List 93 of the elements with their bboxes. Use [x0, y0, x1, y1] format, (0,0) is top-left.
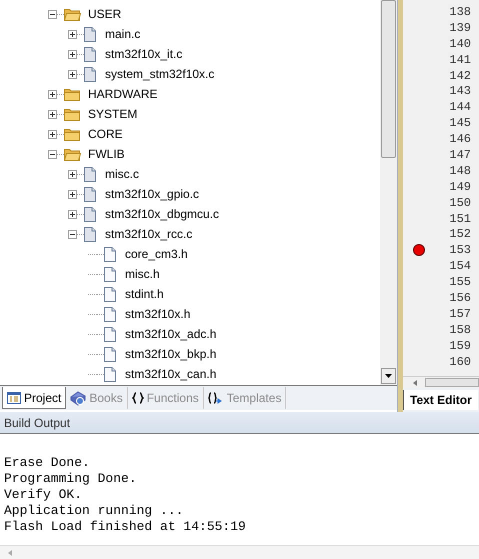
- template-insert-icon: [208, 392, 224, 404]
- file-icon: [84, 46, 96, 62]
- line-number: 156: [449, 290, 471, 307]
- scroll-down-button[interactable]: [381, 368, 396, 384]
- tree-item[interactable]: stm32f10x_dbgmcu.c: [105, 205, 220, 223]
- tree-item[interactable]: stdint.h: [125, 285, 164, 303]
- line-number: 155: [449, 274, 471, 292]
- file-icon: [104, 286, 116, 302]
- line-number: 141: [449, 52, 471, 69]
- collapse-icon[interactable]: [68, 230, 77, 238]
- file-icon: [104, 346, 116, 362]
- line-number: 152: [449, 226, 471, 244]
- file-icon: [84, 66, 96, 82]
- line-number: 160: [449, 354, 471, 371]
- line-number: 150: [449, 194, 471, 212]
- tree-item[interactable]: USER: [88, 5, 122, 23]
- tree-item[interactable]: SYSTEM: [88, 105, 138, 123]
- open-folder-icon: [64, 8, 81, 20]
- line-number: 149: [449, 178, 471, 196]
- file-icon: [84, 186, 96, 202]
- tree-item[interactable]: system_stm32f10x.c: [105, 65, 214, 83]
- file-icon: [104, 246, 116, 262]
- tree-item[interactable]: HARDWARE: [88, 85, 158, 103]
- line-number: 142: [449, 68, 471, 85]
- output-line: Programming Done.: [3, 471, 138, 487]
- output-line: Flash Load finished at 14:55:19: [3, 519, 247, 535]
- line-number: 146: [449, 131, 471, 148]
- output-line: Verify OK.: [3, 487, 84, 503]
- collapse-icon[interactable]: [48, 10, 57, 18]
- file-icon: [104, 266, 116, 282]
- tree-item[interactable]: stm32f10x.h: [125, 305, 190, 323]
- file-icon: [104, 306, 116, 322]
- file-icon: [84, 166, 96, 182]
- tree-item[interactable]: stm32f10x_gpio.c: [105, 185, 200, 203]
- line-number: 153: [449, 242, 471, 260]
- panel-header: Build Output: [0, 412, 479, 434]
- line-number: 139: [449, 20, 471, 37]
- output-line: Erase Done.: [3, 455, 91, 471]
- tree-item[interactable]: stm32f10x_it.c: [105, 45, 182, 63]
- tree-item[interactable]: stm32f10x_bkp.h: [125, 345, 216, 363]
- line-number: 148: [449, 162, 471, 180]
- open-folder-icon: [64, 148, 81, 160]
- expand-icon[interactable]: [68, 210, 77, 218]
- horizontal-scrollbar[interactable]: [0, 545, 479, 559]
- expand-icon[interactable]: [48, 130, 57, 138]
- tree-item[interactable]: core_cm3.h: [125, 245, 188, 263]
- collapse-icon[interactable]: [48, 150, 57, 158]
- tree-item[interactable]: stm32f10x_rcc.c: [105, 225, 192, 243]
- scroll-thumb[interactable]: [381, 0, 396, 158]
- line-number: 143: [449, 83, 471, 100]
- file-icon: [84, 226, 96, 242]
- panel-tab[interactable]: Project: [2, 387, 66, 409]
- tree-item[interactable]: misc.c: [105, 165, 139, 183]
- tree-item[interactable]: CORE: [88, 125, 123, 143]
- books-icon: [70, 390, 86, 406]
- line-number: 138: [449, 4, 471, 21]
- folder-icon: [64, 128, 81, 140]
- expand-icon[interactable]: [68, 50, 77, 58]
- folder-icon: [64, 108, 81, 120]
- expand-icon[interactable]: [48, 90, 57, 98]
- line-number: 157: [449, 306, 471, 323]
- horizontal-scrollbar[interactable]: [403, 376, 479, 388]
- caret-left-icon: [413, 380, 417, 386]
- caret-down-icon: [385, 374, 392, 378]
- line-number: 154: [449, 258, 471, 276]
- line-number: 147: [449, 146, 471, 164]
- file-icon: [104, 366, 116, 382]
- expand-icon[interactable]: [48, 110, 57, 118]
- line-number: 140: [449, 36, 471, 53]
- vertical-scrollbar[interactable]: [380, 0, 397, 385]
- line-number: 151: [449, 210, 471, 228]
- line-number: 159: [449, 338, 471, 355]
- editor-tab[interactable]: Text Editor: [403, 390, 478, 410]
- expand-icon[interactable]: [68, 70, 77, 78]
- tree-item[interactable]: main.c: [105, 25, 140, 43]
- expand-icon[interactable]: [68, 30, 77, 38]
- tree-item[interactable]: misc.h: [125, 265, 160, 283]
- folder-icon: [64, 88, 81, 100]
- braces-icon: [132, 392, 144, 404]
- line-number: 158: [449, 322, 471, 339]
- expand-icon[interactable]: [68, 170, 77, 178]
- tree-item[interactable]: FWLIB: [88, 145, 125, 163]
- line-number: 145: [449, 115, 471, 132]
- expand-icon[interactable]: [68, 190, 77, 198]
- file-icon: [84, 206, 96, 222]
- caret-left-icon: [8, 550, 12, 556]
- list-window-icon: [7, 392, 21, 404]
- file-icon: [84, 26, 96, 42]
- output-line: Application running ...: [3, 503, 184, 519]
- file-icon: [104, 326, 116, 342]
- line-number: 144: [449, 99, 471, 116]
- tree-item[interactable]: stm32f10x_adc.h: [125, 325, 216, 343]
- tree-item[interactable]: stm32f10x_can.h: [125, 365, 216, 383]
